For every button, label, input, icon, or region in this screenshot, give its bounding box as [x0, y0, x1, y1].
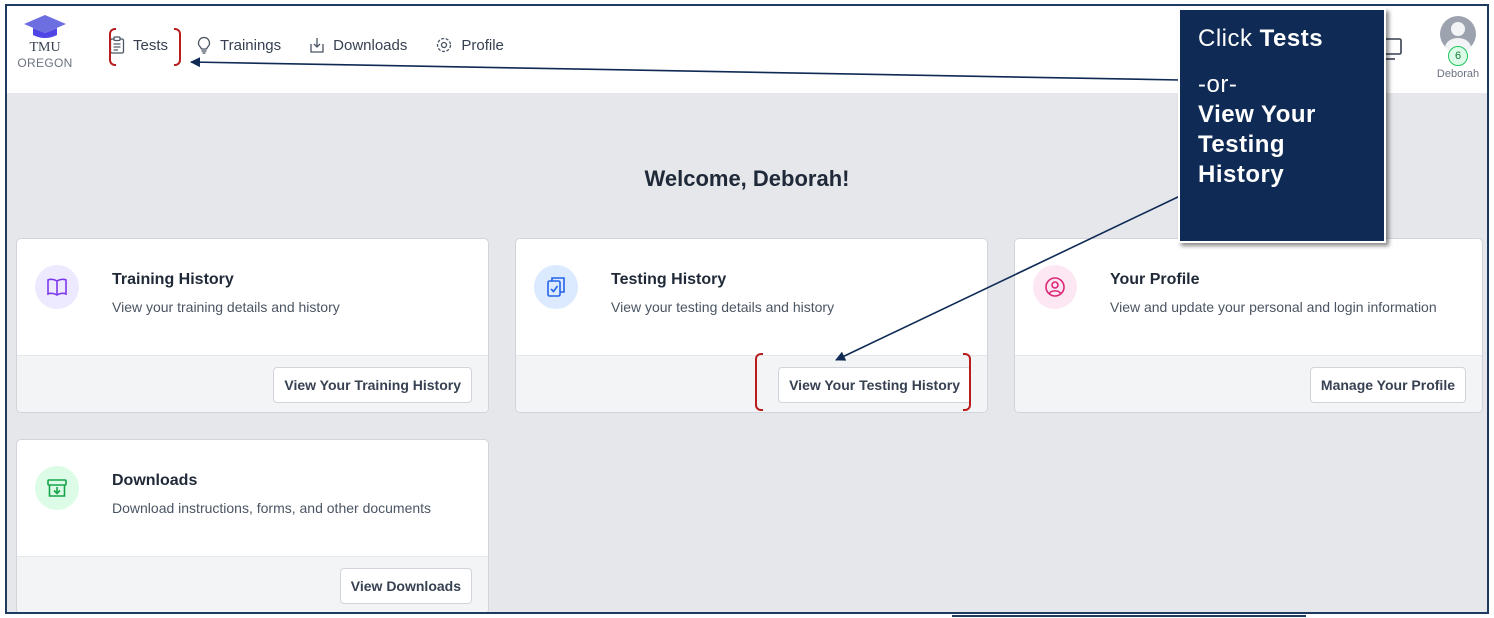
- view-testing-history-button[interactable]: View Your Testing History: [778, 367, 971, 403]
- clipboard-check-icon: [547, 277, 565, 297]
- card-footer: View Your Testing History: [516, 355, 987, 412]
- logo-brand: TMU: [29, 40, 61, 55]
- user-circle-icon: [1045, 277, 1065, 297]
- card-icon-wrap: [1033, 265, 1077, 309]
- card-footer: Manage Your Profile: [1015, 355, 1482, 412]
- nav-trainings[interactable]: Trainings: [196, 36, 281, 54]
- testing-history-bracket-left: [755, 353, 763, 411]
- nav-tests[interactable]: Tests: [109, 36, 168, 54]
- card-footer: View Your Training History: [17, 355, 488, 412]
- nav-downloads[interactable]: Downloads: [309, 36, 407, 54]
- testing-history-bracket-right: [963, 353, 971, 411]
- gear-icon: [437, 37, 452, 53]
- nav-trainings-label: Trainings: [220, 36, 282, 54]
- logo-state: OREGON: [17, 56, 73, 70]
- book-icon: [47, 278, 67, 296]
- user-name: Deborah: [1436, 68, 1480, 80]
- view-training-history-button[interactable]: View Your Training History: [273, 367, 472, 403]
- card-description: View your testing details and history: [611, 299, 835, 315]
- card-description: View your training details and history: [112, 299, 340, 315]
- user-menu[interactable]: 6 Deborah: [1433, 16, 1483, 80]
- download-tray-icon: [310, 38, 324, 53]
- card-footer: View Downloads: [17, 556, 488, 612]
- nav-profile-label: Profile: [461, 36, 504, 54]
- tests-bracket-right: [174, 28, 181, 66]
- card-title: Training History: [112, 271, 234, 288]
- card-title: Downloads: [112, 472, 198, 489]
- card-title: Your Profile: [1110, 271, 1200, 288]
- nav-profile[interactable]: Profile: [435, 36, 504, 54]
- tmu-logo[interactable]: TMU OREGON: [15, 14, 75, 70]
- card-icon-wrap: [534, 265, 578, 309]
- manage-profile-button[interactable]: Manage Your Profile: [1309, 367, 1466, 403]
- callout-line-5: History: [1198, 161, 1285, 188]
- testing-history-card: Testing History View your testing detail…: [515, 238, 988, 413]
- card-icon-wrap: [35, 265, 79, 309]
- callout-line-4: Testing: [1198, 131, 1286, 158]
- your-profile-card: Your Profile View and update your person…: [1014, 238, 1483, 413]
- graduation-cap-icon: [24, 15, 66, 38]
- tests-bracket-left: [109, 28, 116, 66]
- notification-badge: 6: [1448, 46, 1468, 66]
- card-description: Download instructions, forms, and other …: [112, 500, 432, 516]
- card-description: View and update your personal and login …: [1110, 299, 1437, 315]
- main-nav: Tests Trainings Downloads Profile: [109, 36, 504, 54]
- card-title: Testing History: [611, 271, 727, 288]
- training-history-card: Training History View your training deta…: [16, 238, 489, 413]
- callout-line-1: Click Tests: [1198, 25, 1324, 52]
- archive-download-icon: [47, 479, 67, 497]
- downloads-card: Downloads Download instructions, forms, …: [16, 439, 489, 612]
- callout-line-3: View Your: [1198, 101, 1316, 128]
- nav-downloads-label: Downloads: [333, 36, 408, 54]
- callout-line-or: -or-: [1198, 71, 1238, 98]
- nav-tests-label: Tests: [133, 36, 169, 54]
- footer-divider: [952, 615, 1306, 617]
- view-downloads-button[interactable]: View Downloads: [339, 568, 472, 604]
- lightbulb-icon: [197, 36, 211, 54]
- card-icon-wrap: [35, 466, 79, 510]
- instruction-callout: Click Tests -or- View Your Testing Histo…: [1178, 8, 1386, 243]
